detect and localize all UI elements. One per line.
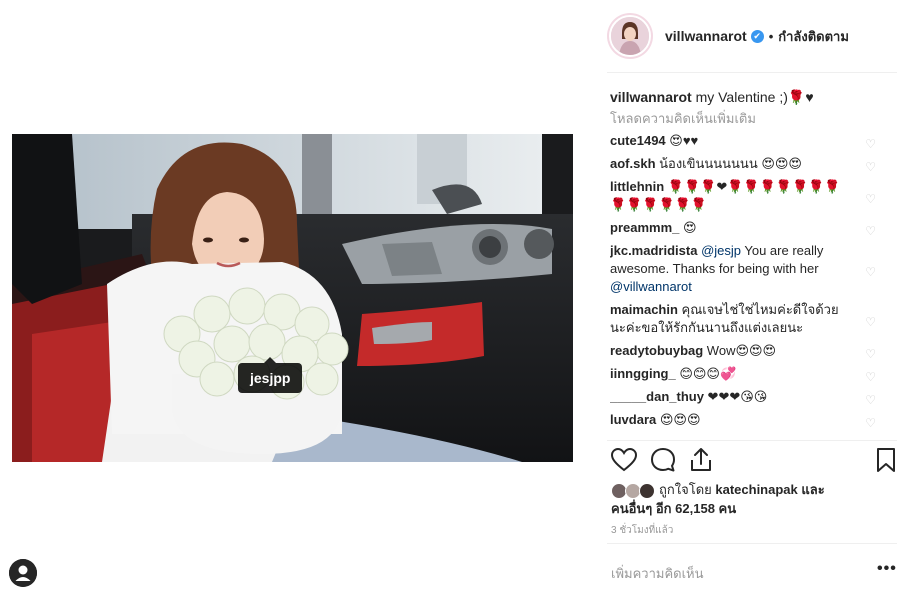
post-photo[interactable]: jesjpp <box>12 134 573 462</box>
comment-like-icon[interactable]: ♡ <box>865 368 876 386</box>
comment-username[interactable]: preammm_ <box>610 220 679 235</box>
comment-item: maimachin คุณเจษไช่ใช่ไหมค่ะดีใจด้วยนะค่… <box>610 301 892 337</box>
likes-others-link[interactable]: คนอื่นๆ อีก 62,158 คน <box>611 501 736 516</box>
comment-item: preammm_ 😍 ♡ <box>610 219 892 240</box>
comment-like-icon[interactable]: ♡ <box>865 222 876 240</box>
comment-text: น้องเขินนนนนนน 😍😍😍 <box>655 156 802 171</box>
heart-outline-icon[interactable] <box>609 445 639 475</box>
comment-username[interactable]: cute1494 <box>610 133 666 148</box>
post-header: villwannarot ✔ • กำลังติดตาม <box>607 10 892 62</box>
comment-text: ❤❤❤😘😘 <box>703 389 768 404</box>
comment-item: iinngging_ 😊😊😊💞 ♡ <box>610 365 892 386</box>
comment-username[interactable]: littlehnin <box>610 179 664 194</box>
comment-like-icon[interactable]: ♡ <box>865 190 876 208</box>
post-sidebar: villwannarot ✔ • กำลังติดตาม villwannaro… <box>597 0 900 595</box>
comment-username[interactable]: luvdara <box>610 412 656 427</box>
likes-prefix: ถูกใจโดย <box>659 482 716 497</box>
comment-item: readytobuybag Wow😍😍😍 ♡ <box>610 342 892 363</box>
comment-text: 😍😍😍 <box>656 412 701 427</box>
comment-text: 😍 <box>679 220 697 235</box>
add-comment-input[interactable]: เพิ่มความคิดเห็น <box>611 563 704 584</box>
comment-username[interactable]: maimachin <box>610 302 678 317</box>
comment-item: luvdara 😍😍😍 ♡ <box>610 411 892 432</box>
comment-item: cute1494 😍♥♥ ♡ <box>610 132 892 153</box>
comment-like-icon[interactable]: ♡ <box>865 158 876 176</box>
comment-item: aof.skh น้องเขินนนนนนน 😍😍😍 ♡ <box>610 155 892 176</box>
comment-like-icon[interactable]: ♡ <box>865 391 876 409</box>
comment-text: 😊😊😊💞 <box>675 366 737 381</box>
verified-badge-icon: ✔ <box>750 29 764 43</box>
comment-like-icon[interactable]: ♡ <box>865 135 876 153</box>
likes-count: 62,158 <box>675 500 715 516</box>
divider <box>607 543 897 544</box>
liker-username[interactable]: katechinapak <box>715 482 797 497</box>
comment-username[interactable]: aof.skh <box>610 156 656 171</box>
load-more-comments-link[interactable]: โหลดความคิดเห็นเพิ่มเติม <box>610 108 892 130</box>
mention-link[interactable]: @villwannarot <box>610 279 692 294</box>
comment-item: jkc.madridista @jesjp You are really awe… <box>610 242 892 296</box>
divider <box>607 72 897 73</box>
mention-link[interactable]: @jesjp <box>701 243 741 258</box>
more-options-icon[interactable]: ••• <box>877 560 897 578</box>
share-upload-icon[interactable] <box>686 445 716 475</box>
caption-username[interactable]: villwannarot <box>610 89 692 105</box>
post-timestamp[interactable]: 3 ชั่วโมงที่แล้ว <box>611 523 673 538</box>
following-button[interactable]: กำลังติดตาม <box>778 26 849 47</box>
comment-like-icon[interactable]: ♡ <box>865 313 876 331</box>
comments-list[interactable]: villwannarot my Valentine ;)🌹♥ โหลดความค… <box>610 86 892 438</box>
comment-username[interactable]: iinngging_ <box>610 366 676 381</box>
user-tag[interactable]: jesjpp <box>238 357 303 393</box>
bookmark-icon[interactable] <box>871 445 900 475</box>
likes-summary: ถูกใจโดย katechinapak และ คนอื่นๆ อีก 62… <box>611 481 881 518</box>
comment-username[interactable]: jkc.madridista <box>610 243 697 258</box>
liker-avatar <box>639 482 655 499</box>
speech-bubble-icon[interactable] <box>648 445 678 475</box>
comment-username[interactable]: readytobuybag <box>610 343 703 358</box>
post-action-bar <box>607 440 897 478</box>
likes-others-text: คนอื่นๆ อีก <box>611 500 676 516</box>
comment-text: Wow😍😍😍 <box>703 343 777 358</box>
post-caption: villwannarot my Valentine ;)🌹♥ <box>610 86 892 108</box>
comment-like-icon[interactable]: ♡ <box>865 414 876 432</box>
liker-avatars <box>611 482 659 500</box>
author-avatar[interactable] <box>607 13 653 59</box>
author-username[interactable]: villwannarot <box>665 28 747 44</box>
comment-like-icon[interactable]: ♡ <box>865 263 876 281</box>
comment-like-icon[interactable]: ♡ <box>865 345 876 363</box>
comment-item: littlehnin 🌹🌹🌹❤🌹🌹🌹🌹🌹🌹🌹🌹🌹🌹🌹🌹🌹 ♡ <box>610 178 892 214</box>
car-interior-image <box>12 134 573 462</box>
likes-and: และ <box>797 482 825 497</box>
likes-unit: คน <box>714 500 737 516</box>
comment-text: 😍♥♥ <box>665 133 699 148</box>
separator-dot: • <box>768 28 774 44</box>
comment-username[interactable]: _____dan_thuy <box>610 389 704 404</box>
profile-avatar-icon[interactable] <box>9 559 37 587</box>
caption-text: my Valentine ;)🌹♥ <box>691 89 814 105</box>
comment-item: _____dan_thuy ❤❤❤😘😘 ♡ <box>610 388 892 409</box>
